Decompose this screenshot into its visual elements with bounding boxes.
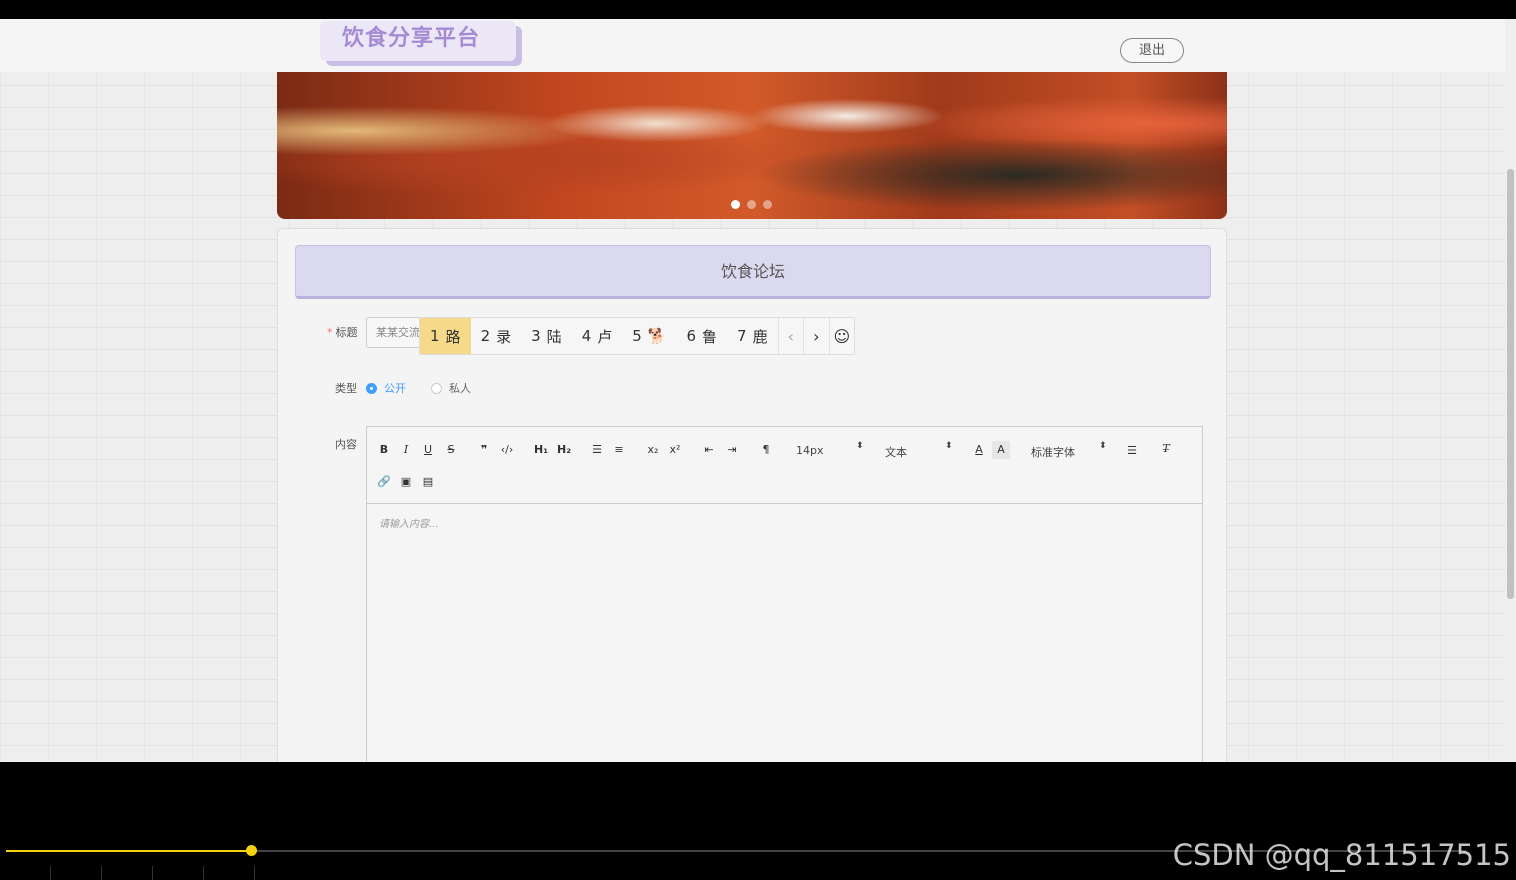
ime-candidate[interactable]: 5 🐕 xyxy=(622,318,676,354)
ime-candidate-number: 1 xyxy=(430,327,440,345)
font-size-picker[interactable]: 14px ⬍ xyxy=(796,441,866,457)
radio-public-label: 公开 xyxy=(384,382,406,395)
ime-candidate[interactable]: 3陆 xyxy=(521,318,572,354)
ime-candidate-text: 卢 xyxy=(597,327,613,346)
ime-candidate[interactable]: 1路 xyxy=(420,318,471,354)
ime-candidate-number: 5 xyxy=(632,327,642,345)
forum-post-form: 饮食论坛 * 标题 某某交流lu 类型 公开 私人 内容 B I U S ❞ ‹/… xyxy=(277,228,1227,762)
ime-candidate-text: 🐕 xyxy=(647,327,667,345)
csdn-watermark: CSDN @qq_811517515 xyxy=(1172,838,1511,872)
forum-heading: 饮食论坛 xyxy=(295,245,1211,299)
video-player-bar: CSDN @qq_811517515 xyxy=(0,838,1516,880)
rtl-icon[interactable]: ¶ xyxy=(757,441,775,459)
code-block-icon[interactable]: ‹/› xyxy=(498,441,516,459)
outdent-icon[interactable]: ⇤ xyxy=(700,441,718,459)
type-label: 类型 xyxy=(335,382,357,395)
ime-candidate[interactable]: 7鹿 xyxy=(727,318,778,354)
video-icon[interactable]: ▤ xyxy=(419,473,437,491)
content-label: 内容 xyxy=(335,438,357,451)
ime-candidate-text: 路 xyxy=(445,327,461,346)
player-divider xyxy=(203,866,204,880)
header-type-value: 文本 xyxy=(885,446,907,459)
ime-candidate-bar: 1 路 2 录 3 陆 4 卢 5 🐕 6 鲁 7 鹿 ‹ › ☺ xyxy=(419,317,855,355)
strike-icon[interactable]: S xyxy=(442,441,460,459)
top-header: 饮食分享平台 退出 xyxy=(0,19,1516,72)
ime-candidate-text: 鹿 xyxy=(752,327,768,346)
scrollbar-thumb[interactable] xyxy=(1507,169,1514,599)
align-icon[interactable]: ☰ xyxy=(1123,442,1141,460)
player-divider xyxy=(101,866,102,880)
player-divider xyxy=(50,866,51,880)
player-divider xyxy=(254,866,255,880)
ime-candidate-number: 4 xyxy=(581,327,592,345)
ordered-list-icon[interactable]: ☰ xyxy=(588,441,606,459)
ime-candidate-number: 2 xyxy=(480,327,491,345)
indent-icon[interactable]: ⇥ xyxy=(723,441,741,459)
radio-private[interactable]: 私人 xyxy=(431,380,471,396)
radio-private-label: 私人 xyxy=(449,382,471,395)
image-icon[interactable]: ▣ xyxy=(397,473,415,491)
font-size-value: 14px xyxy=(796,444,824,457)
ime-prev-icon[interactable]: ‹ xyxy=(777,318,803,354)
font-size-arrow-icon: ⬍ xyxy=(856,441,864,451)
ime-emoji-icon[interactable]: ☺ xyxy=(828,318,854,354)
video-progress-fill xyxy=(6,850,251,852)
ime-candidate[interactable]: 2录 xyxy=(471,318,522,354)
subscript-icon[interactable]: x₂ xyxy=(644,441,662,459)
header-type-arrow-icon: ⬍ xyxy=(945,441,953,451)
video-progress-knob[interactable] xyxy=(246,845,257,856)
clear-format-icon[interactable]: T̶ xyxy=(1157,440,1175,458)
blockquote-icon[interactable]: ❞ xyxy=(475,441,493,459)
carousel-dot-1[interactable] xyxy=(731,200,740,209)
italic-icon[interactable]: I xyxy=(397,441,415,459)
ime-candidate-text: 陆 xyxy=(546,327,562,346)
carousel-dot-3[interactable] xyxy=(763,200,772,209)
ime-candidate[interactable]: 6鲁 xyxy=(676,318,727,354)
title-label: * 标题 xyxy=(327,324,358,340)
site-logo[interactable]: 饮食分享平台 xyxy=(320,21,516,61)
ime-next-icon[interactable]: › xyxy=(803,318,828,354)
browser-viewport: 饮食分享平台 退出 饮食论坛 * 标题 某某交流lu 类型 公开 私人 内容 B … xyxy=(0,19,1516,762)
ime-candidate-text: 录 xyxy=(496,327,512,346)
ime-candidate-number: 7 xyxy=(737,327,747,345)
underline-icon[interactable]: U xyxy=(419,441,437,459)
font-family-value: 标准字体 xyxy=(1031,446,1075,459)
logout-button[interactable]: 退出 xyxy=(1120,38,1184,63)
ime-candidate-number: 3 xyxy=(531,327,541,345)
ime-candidate[interactable]: 4卢 xyxy=(572,318,623,354)
header-type-picker[interactable]: 文本 ⬍ xyxy=(885,441,955,460)
ime-candidate-number: 6 xyxy=(686,327,697,345)
h1-icon[interactable]: H₁ xyxy=(531,441,551,459)
font-family-picker[interactable]: 标准字体 ⬍ xyxy=(1031,441,1107,460)
required-marker: * xyxy=(327,326,333,339)
bold-icon[interactable]: B xyxy=(375,441,393,459)
font-family-arrow-icon: ⬍ xyxy=(1099,441,1107,451)
carousel-dot-2[interactable] xyxy=(747,200,756,209)
food-banner-carousel[interactable] xyxy=(277,72,1227,219)
radio-public[interactable]: 公开 xyxy=(366,380,406,396)
editor-placeholder[interactable]: 请输入内容... xyxy=(379,515,439,530)
bullet-list-icon[interactable]: ≡ xyxy=(610,441,628,459)
font-color-icon[interactable]: A xyxy=(970,441,988,459)
player-divider xyxy=(152,866,153,880)
h2-icon[interactable]: H₂ xyxy=(554,441,574,459)
radio-public-circle[interactable] xyxy=(366,382,377,394)
editor-toolbar: B I U S ❞ ‹/› H₁ H₂ ☰ ≡ x₂ x² ⇤ ⇥ ¶ 14px… xyxy=(367,427,1202,504)
ime-candidate-text: 鲁 xyxy=(702,327,718,346)
page-scrollbar[interactable] xyxy=(1505,19,1516,762)
link-icon[interactable]: 🔗 xyxy=(375,473,393,491)
background-color-icon[interactable]: A xyxy=(992,441,1010,459)
superscript-icon[interactable]: x² xyxy=(666,441,684,459)
radio-private-circle[interactable] xyxy=(431,382,442,394)
rich-text-editor: B I U S ❞ ‹/› H₁ H₂ ☰ ≡ x₂ x² ⇤ ⇥ ¶ 14px… xyxy=(366,426,1203,762)
title-label-text: 标题 xyxy=(335,326,358,339)
